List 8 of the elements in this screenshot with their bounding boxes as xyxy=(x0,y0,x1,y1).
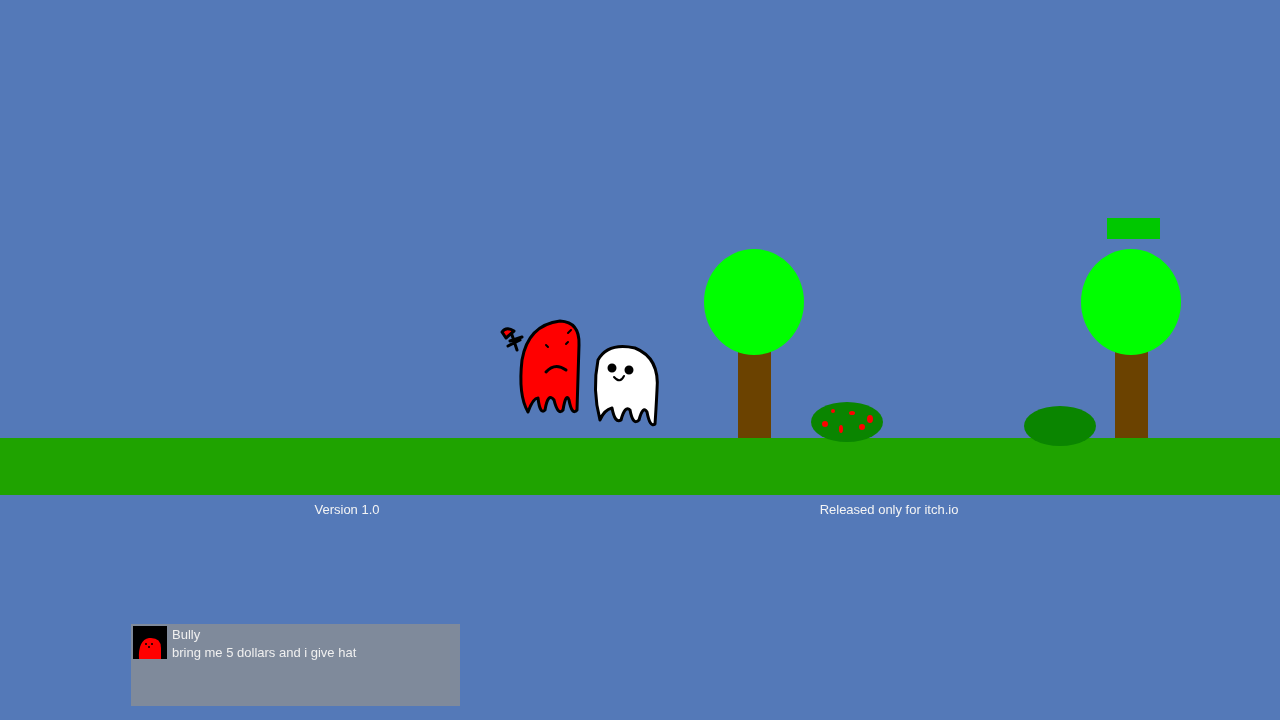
floating-block xyxy=(1107,218,1160,239)
dialog-message: bring me 5 dollars and i give hat xyxy=(172,645,357,660)
speaker-name: Bully xyxy=(172,627,202,642)
version-label: Version 1.0 xyxy=(314,502,380,517)
berry-bush xyxy=(811,402,883,442)
speaker-portrait xyxy=(133,626,167,659)
release-note: Released only for itch.io xyxy=(819,502,959,517)
bush xyxy=(1024,406,1096,446)
